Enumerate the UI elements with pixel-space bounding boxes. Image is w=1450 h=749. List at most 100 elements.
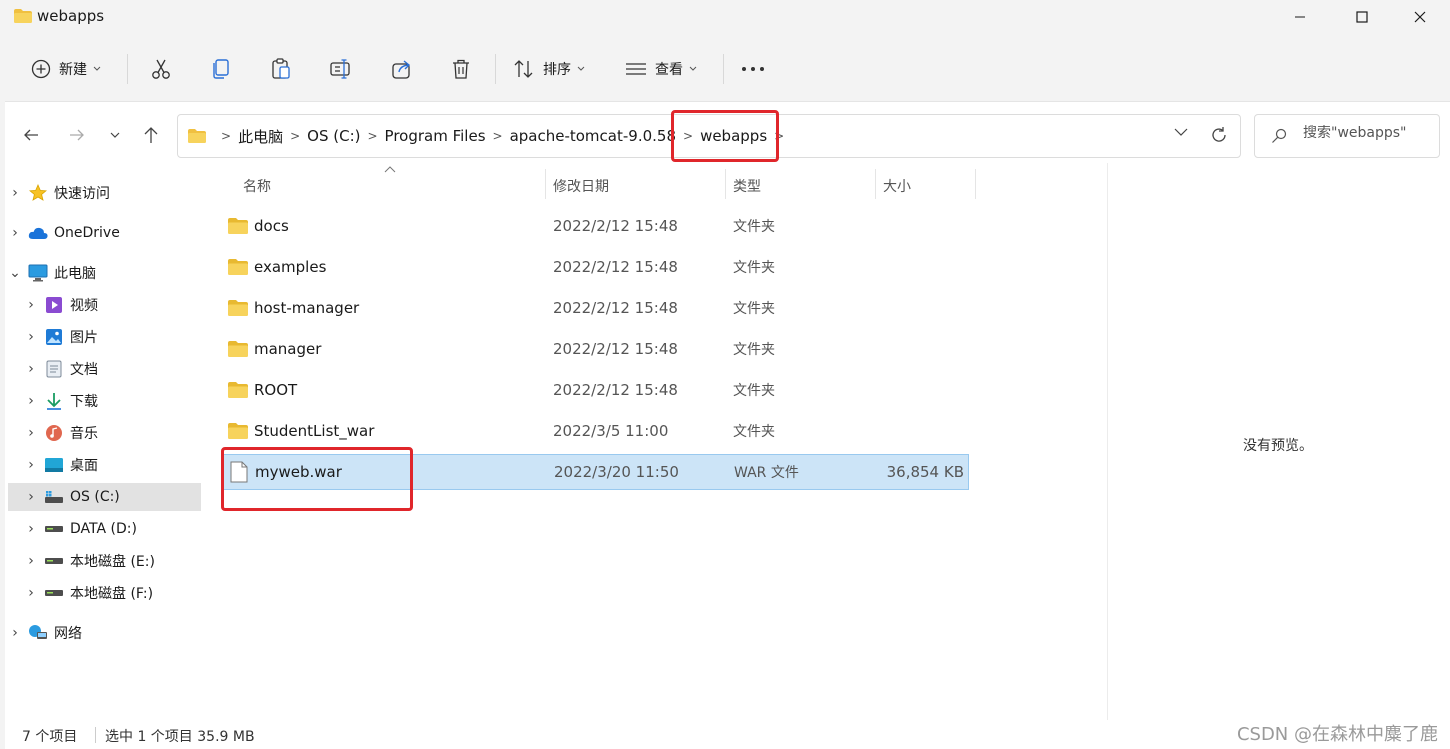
breadcrumb-tomcat[interactable]: apache-tomcat-9.0.58 <box>510 127 676 145</box>
expand-chevron-icon[interactable]: › <box>24 457 38 473</box>
breadcrumb-this-pc[interactable]: 此电脑 <box>238 126 283 147</box>
back-button[interactable] <box>17 121 45 149</box>
breadcrumb-separator-icon[interactable]: > <box>367 129 377 143</box>
sidebar-item-local-disk-f[interactable]: › 本地磁盘 (F:) <box>8 579 201 607</box>
new-label: 新建 <box>59 62 87 78</box>
chevron-down-icon <box>93 66 101 71</box>
column-header-size[interactable]: 大小 <box>883 171 911 201</box>
expand-chevron-icon[interactable]: › <box>24 489 38 505</box>
file-list-pane: 名称 修改日期 类型 大小 docs 2022/2/12 15:48 文件夹 e… <box>203 163 1108 720</box>
sidebar-item-videos[interactable]: › 视频 <box>8 291 201 319</box>
sidebar-item-label: 本地磁盘 (F:) <box>70 586 154 602</box>
view-button[interactable]: 查看 <box>625 52 697 86</box>
sidebar-item-music[interactable]: › 音乐 <box>8 419 201 447</box>
column-divider[interactable] <box>875 169 876 199</box>
view-list-icon <box>626 63 646 75</box>
folder-icon <box>228 218 248 234</box>
cloud-icon <box>28 224 48 242</box>
search-input[interactable] <box>1303 125 1433 141</box>
sidebar-item-label: OneDrive <box>54 225 120 241</box>
file-row-docs[interactable]: docs 2022/2/12 15:48 文件夹 <box>223 208 969 244</box>
expand-chevron-icon[interactable]: › <box>8 185 22 201</box>
file-row-host-manager[interactable]: host-manager 2022/2/12 15:48 文件夹 <box>223 290 969 326</box>
sidebar-item-pictures[interactable]: › 图片 <box>8 323 201 351</box>
sidebar-item-documents[interactable]: › 文档 <box>8 355 201 383</box>
breadcrumb-separator-icon[interactable]: > <box>290 129 300 143</box>
arrow-up-icon <box>144 127 158 143</box>
recent-locations-button[interactable] <box>101 121 129 149</box>
item-count: 7 个项目 <box>22 729 78 745</box>
sort-icon <box>514 60 533 78</box>
sidebar-item-quick-access[interactable]: › 快速访问 <box>8 179 201 207</box>
file-row-manager[interactable]: manager 2022/2/12 15:48 文件夹 <box>223 331 969 367</box>
file-type: WAR 文件 <box>734 465 799 481</box>
close-button[interactable] <box>1390 0 1450 34</box>
view-label: 查看 <box>655 62 683 78</box>
breadcrumb-os-c[interactable]: OS (C:) <box>307 127 360 145</box>
drive-icon <box>44 552 64 570</box>
expand-chevron-icon[interactable]: › <box>8 625 22 641</box>
folder-icon <box>228 259 248 275</box>
expand-chevron-icon[interactable]: › <box>24 329 38 345</box>
file-row-root[interactable]: ROOT 2022/2/12 15:48 文件夹 <box>223 372 969 408</box>
expand-chevron-icon[interactable]: › <box>24 553 38 569</box>
more-options-button[interactable] <box>741 52 765 86</box>
close-icon <box>1414 11 1426 23</box>
download-icon <box>44 392 64 410</box>
sidebar-item-downloads[interactable]: › 下载 <box>8 387 201 415</box>
rename-button[interactable] <box>330 52 352 86</box>
maximize-button[interactable] <box>1332 0 1392 34</box>
new-button[interactable]: 新建 <box>31 52 101 86</box>
file-row-studentlist-war[interactable]: StudentList_war 2022/3/5 11:00 文件夹 <box>223 413 969 449</box>
forward-button[interactable] <box>63 121 91 149</box>
file-row-examples[interactable]: examples 2022/2/12 15:48 文件夹 <box>223 249 969 285</box>
sidebar-item-data-d[interactable]: › DATA (D:) <box>8 515 201 543</box>
expand-chevron-icon[interactable]: › <box>24 425 38 441</box>
sidebar-item-network[interactable]: › 网络 <box>8 619 201 647</box>
expand-chevron-icon[interactable]: › <box>24 585 38 601</box>
cut-button[interactable] <box>150 52 172 86</box>
paste-button[interactable] <box>271 52 291 86</box>
expand-chevron-icon[interactable]: › <box>24 393 38 409</box>
delete-button[interactable] <box>451 52 471 86</box>
drive-icon <box>44 520 64 538</box>
address-history-chevron-icon[interactable] <box>1174 127 1188 137</box>
search-icon <box>1272 128 1287 143</box>
expand-chevron-icon[interactable]: › <box>24 297 38 313</box>
sidebar-item-local-disk-e[interactable]: › 本地磁盘 (E:) <box>8 547 201 575</box>
expand-chevron-icon[interactable]: › <box>24 521 38 537</box>
file-size: 36,854 KB <box>886 463 964 481</box>
expand-chevron-icon[interactable]: › <box>24 361 38 377</box>
up-button[interactable] <box>137 121 165 149</box>
watermark-text: CSDN @在森林中麋了鹿 <box>1236 724 1438 745</box>
minimize-button[interactable] <box>1270 0 1330 34</box>
annotation-highlight-war-file <box>221 447 413 511</box>
share-button[interactable] <box>391 52 413 86</box>
file-name: ROOT <box>254 381 298 399</box>
column-header-name[interactable]: 名称 <box>243 171 271 201</box>
sidebar-item-desktop[interactable]: › 桌面 <box>8 451 201 479</box>
column-header-date[interactable]: 修改日期 <box>553 171 609 201</box>
sidebar-item-os-c[interactable]: › OS (C:) <box>8 483 201 511</box>
expand-chevron-icon[interactable]: › <box>8 225 22 241</box>
refresh-icon[interactable] <box>1210 126 1228 144</box>
breadcrumb-separator-icon[interactable]: > <box>493 129 503 143</box>
sidebar-item-label: 下载 <box>70 394 98 410</box>
column-divider[interactable] <box>545 169 546 199</box>
file-name: examples <box>254 258 327 276</box>
collapse-chevron-icon[interactable]: ⌄ <box>8 265 22 281</box>
breadcrumb-program-files[interactable]: Program Files <box>385 127 486 145</box>
sort-button[interactable]: 排序 <box>513 52 585 86</box>
monitor-icon <box>28 264 48 282</box>
breadcrumb-separator-icon[interactable]: > <box>221 129 231 143</box>
copy-button[interactable] <box>211 52 231 86</box>
sidebar-item-label: 快速访问 <box>54 186 110 202</box>
folder-icon <box>188 129 206 143</box>
column-divider[interactable] <box>725 169 726 199</box>
sidebar-item-this-pc[interactable]: ⌄ 此电脑 <box>8 259 201 287</box>
column-header-type[interactable]: 类型 <box>733 171 761 201</box>
sidebar-item-onedrive[interactable]: › OneDrive <box>8 219 201 247</box>
column-divider[interactable] <box>975 169 976 199</box>
sidebar-item-label: 音乐 <box>70 426 98 442</box>
search-box[interactable] <box>1254 114 1440 158</box>
